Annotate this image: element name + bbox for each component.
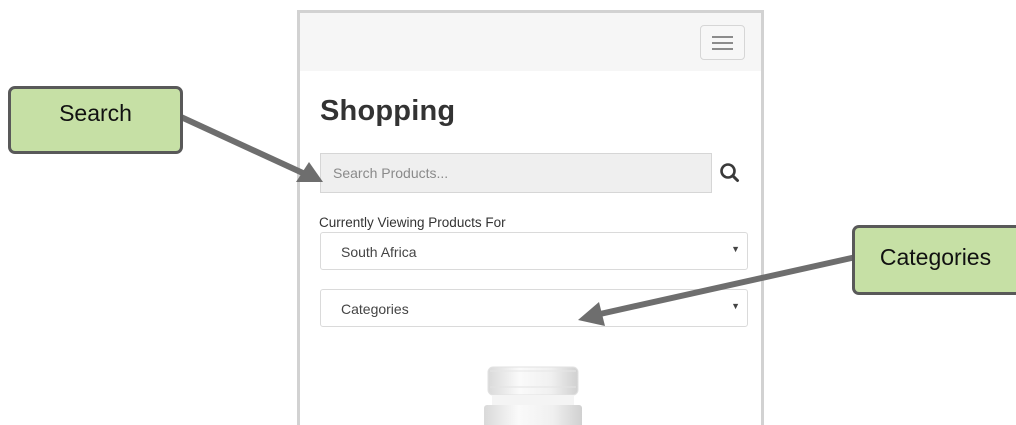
country-label: Currently Viewing Products For: [319, 215, 506, 230]
bottle-icon: [484, 366, 582, 425]
app-header: [300, 13, 761, 71]
search-button[interactable]: [713, 153, 747, 193]
hamburger-line: [712, 48, 733, 50]
hamburger-line: [712, 42, 733, 44]
search-callout: Search: [8, 86, 183, 154]
product-bottle-image[interactable]: [484, 365, 584, 425]
search-input[interactable]: [320, 153, 712, 193]
search-icon: [720, 163, 739, 182]
mobile-app-frame: Shopping Currently Viewing Products For …: [297, 10, 764, 425]
caret-down-icon: ▼: [731, 301, 740, 311]
hamburger-icon[interactable]: [700, 25, 745, 60]
screenshot-stage: Shopping Currently Viewing Products For …: [0, 0, 1016, 425]
page-title: Shopping: [320, 95, 456, 127]
hamburger-line: [712, 36, 733, 38]
categories-select-value: Categories: [341, 301, 409, 317]
categories-callout: Categories: [852, 225, 1016, 295]
caret-down-icon: ▼: [731, 244, 740, 254]
country-select-value: South Africa: [341, 244, 417, 260]
country-select[interactable]: South Africa ▼: [320, 232, 748, 270]
categories-select[interactable]: Categories ▼: [320, 289, 748, 327]
search-arrow-line: [179, 114, 307, 177]
